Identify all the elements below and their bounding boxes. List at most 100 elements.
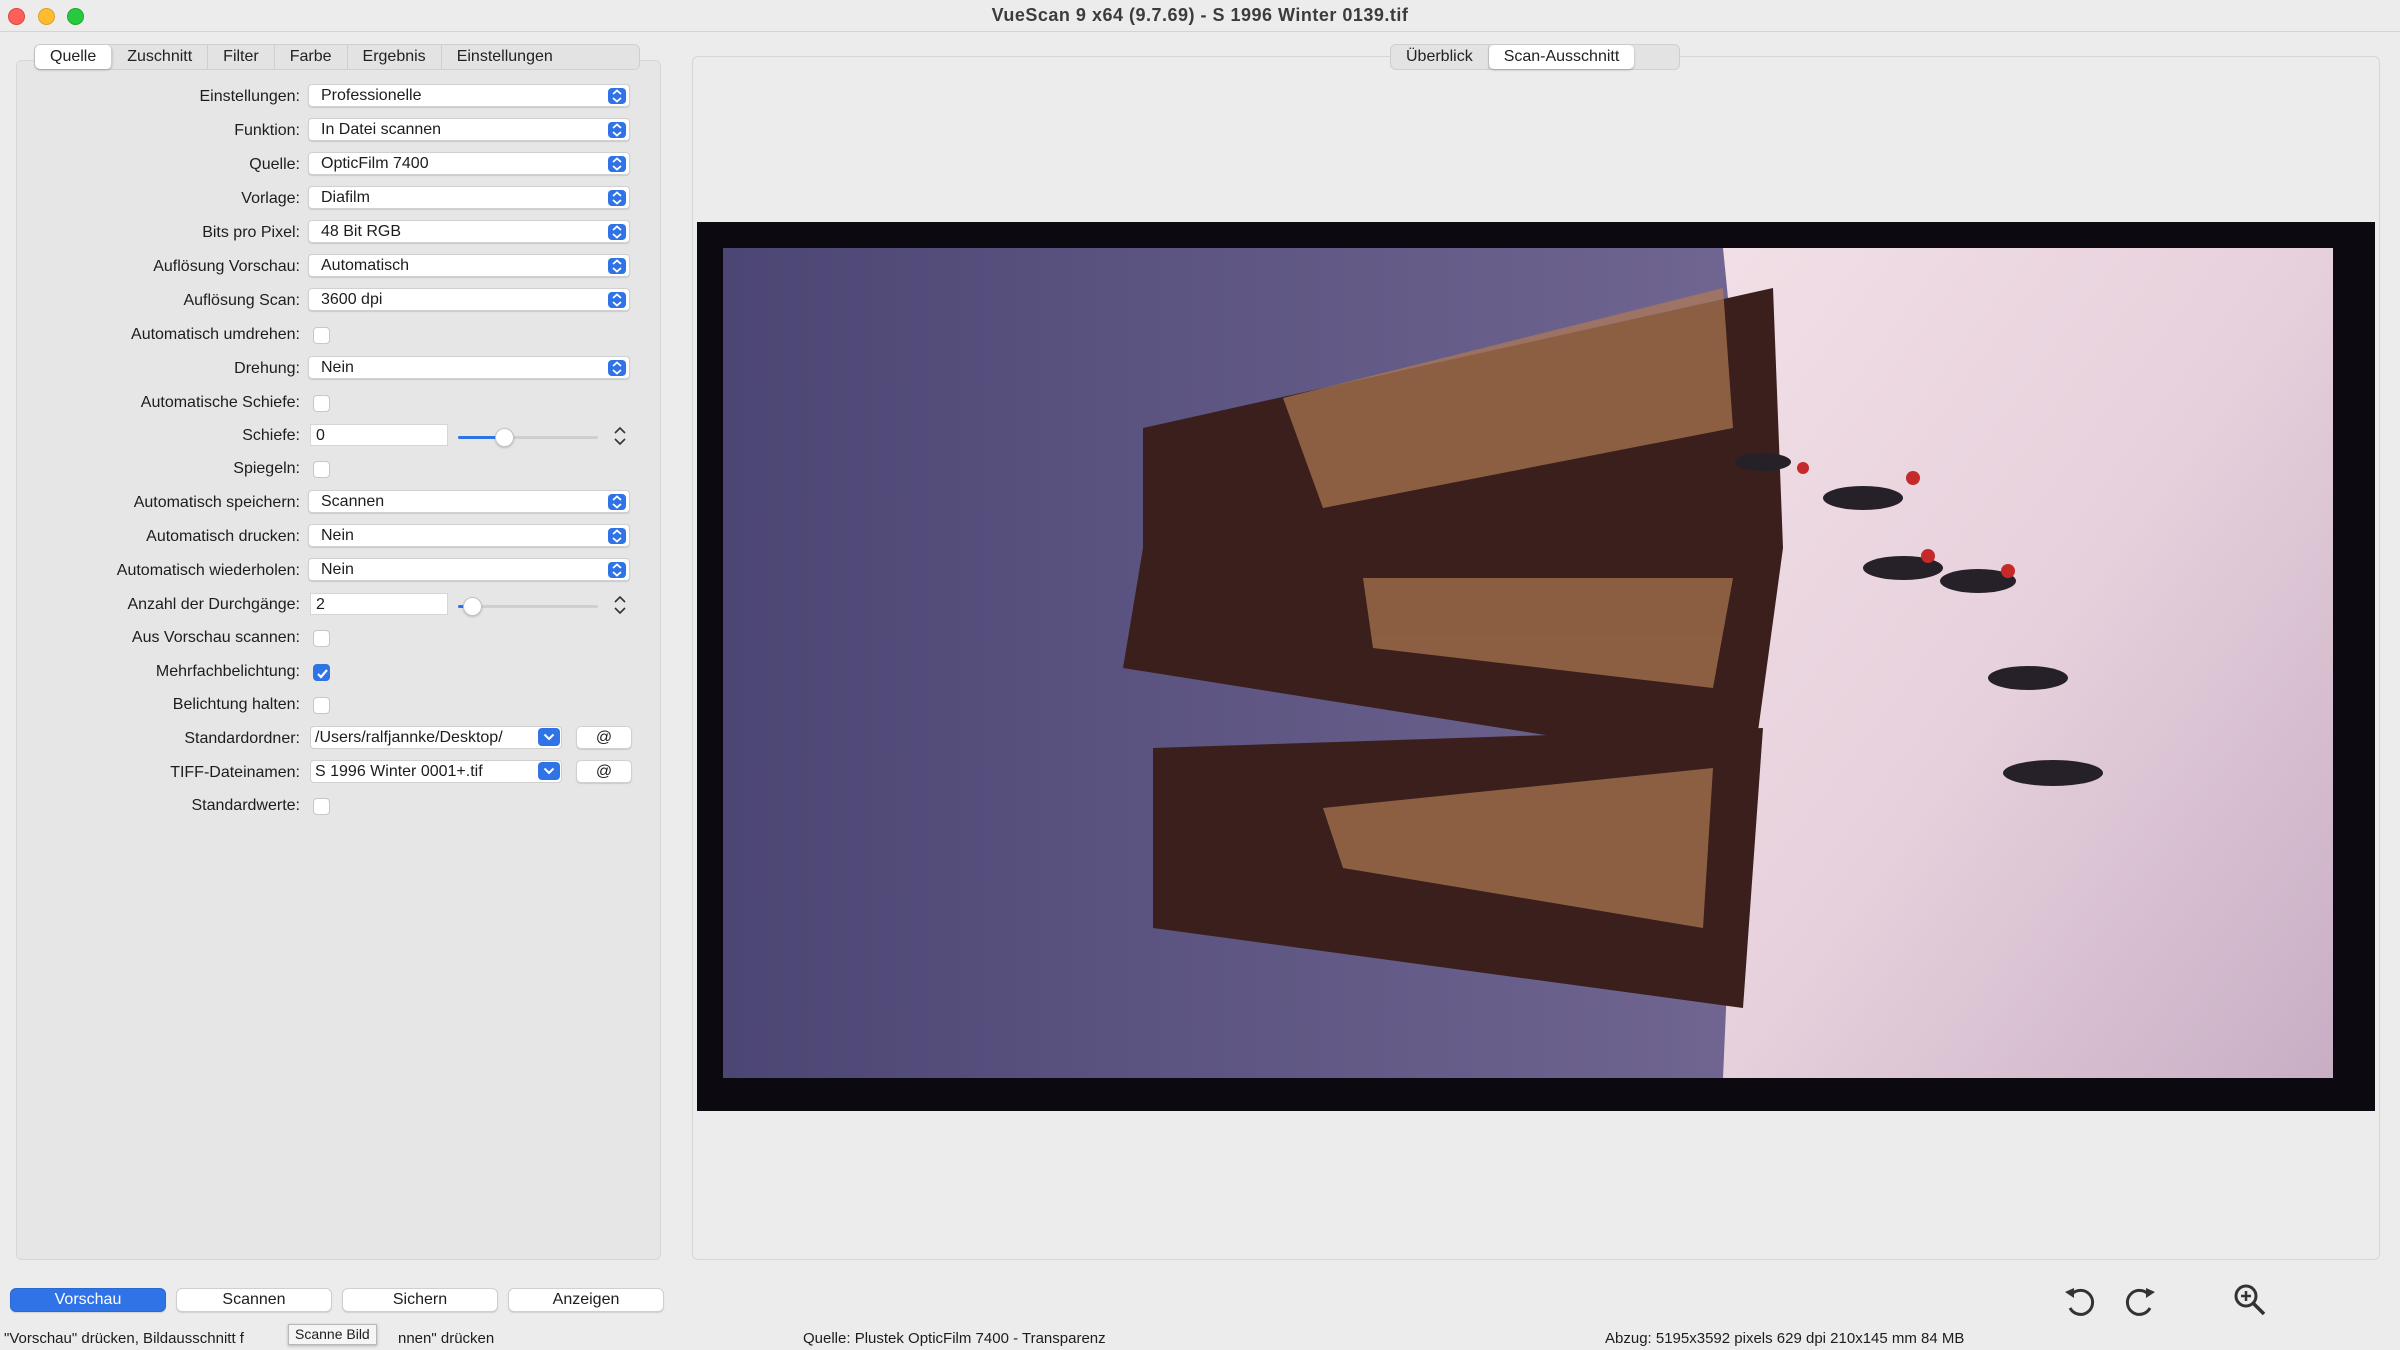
chevron-updown-icon <box>608 562 626 578</box>
anzeigen-button[interactable]: Anzeigen <box>508 1288 664 1312</box>
setting-row-tiff-name: TIFF-Dateinamen: S 1996 Winter 0001+.tif… <box>0 758 660 788</box>
tiff-name-combo[interactable]: S 1996 Winter 0001+.tif <box>310 760 562 783</box>
tab-farbe[interactable]: Farbe <box>275 45 348 69</box>
select-value: Nein <box>321 359 354 376</box>
setting-label: Drehung: <box>234 360 300 377</box>
setting-label: Quelle: <box>249 156 300 173</box>
tiff-name-at-button[interactable]: @ <box>576 760 632 783</box>
select-value: OpticFilm 7400 <box>321 155 429 172</box>
aufl-scan-select[interactable]: 3600 dpi <box>308 288 630 311</box>
drehung-select[interactable]: Nein <box>308 356 630 379</box>
setting-label: Bits pro Pixel: <box>202 224 300 241</box>
rotate-right-icon[interactable] <box>2120 1280 2160 1320</box>
tab-einstellungen[interactable]: Einstellungen <box>442 45 568 69</box>
setting-row-spiegeln: Spiegeln: <box>0 454 660 484</box>
chevron-updown-icon <box>608 190 626 206</box>
auto-drucken-select[interactable]: Nein <box>308 524 630 547</box>
slider-knob[interactable] <box>463 597 482 616</box>
durchgaenge-slider[interactable] <box>458 597 598 616</box>
tooltip: Scanne Bild <box>288 1324 377 1345</box>
setting-row-funktion: Funktion: In Datei scannen <box>0 116 660 146</box>
spiegeln-checkbox[interactable] <box>313 461 330 478</box>
setting-row-auto-schiefe: Automatische Schiefe: <box>0 388 660 418</box>
status-source: Quelle: Plustek OpticFilm 7400 - Transpa… <box>803 1330 1106 1347</box>
setting-row-aus-vorschau: Aus Vorschau scannen: <box>0 623 660 653</box>
vorschau-button[interactable]: Vorschau <box>10 1288 166 1312</box>
chevron-down-icon[interactable] <box>538 762 560 780</box>
title-bar: VueScan 9 x64 (9.7.69) - S 1996 Winter 0… <box>0 0 2400 32</box>
tab-scan-ausschnitt[interactable]: Scan-Ausschnitt <box>1488 45 1635 69</box>
vorlage-select[interactable]: Diafilm <box>308 186 630 209</box>
select-value: Nein <box>321 561 354 578</box>
select-value: Nein <box>321 527 354 544</box>
setting-row-bits: Bits pro Pixel: 48 Bit RGB <box>0 218 660 248</box>
setting-row-schiefe: Schiefe: 0 <box>0 421 660 451</box>
window-title: VueScan 9 x64 (9.7.69) - S 1996 Winter 0… <box>991 5 1409 25</box>
setting-row-belichtung: Belichtung halten: <box>0 690 660 720</box>
aus-vorschau-checkbox[interactable] <box>313 630 330 647</box>
setting-label: Standardwerte: <box>191 797 300 814</box>
chevron-updown-icon <box>608 258 626 274</box>
mehrfachbelichtung-checkbox[interactable] <box>313 664 330 681</box>
setting-label: Mehrfachbelichtung: <box>155 663 300 680</box>
aufl-vorschau-select[interactable]: Automatisch <box>308 254 630 277</box>
setting-row-aufl-scan: Auflösung Scan: 3600 dpi <box>0 286 660 316</box>
chevron-updown-icon <box>608 528 626 544</box>
scan-preview[interactable] <box>697 222 2375 1111</box>
tab-filter[interactable]: Filter <box>208 45 275 69</box>
durchgaenge-stepper-icon[interactable] <box>612 594 628 616</box>
setting-row-standardordner: Standardordner: /Users/ralfjannke/Deskto… <box>0 724 660 754</box>
auto-umdrehen-checkbox[interactable] <box>313 327 330 344</box>
setting-label: Auflösung Vorschau: <box>153 258 300 275</box>
setting-label: Automatisch wiederholen: <box>116 562 300 579</box>
tab-ergebnis[interactable]: Ergebnis <box>348 45 442 69</box>
slider-knob[interactable] <box>495 428 514 447</box>
setting-label: Automatische Schiefe: <box>140 394 300 411</box>
setting-row-durchgaenge: Anzahl der Durchgänge: 2 <box>0 590 660 620</box>
chevron-updown-icon <box>608 224 626 240</box>
rotate-left-icon[interactable] <box>2060 1280 2100 1320</box>
zoom-in-icon[interactable] <box>2230 1280 2270 1320</box>
setting-label: Schiefe: <box>242 427 300 444</box>
select-value: 48 Bit RGB <box>321 223 402 240</box>
funktion-select[interactable]: In Datei scannen <box>308 118 630 141</box>
standardordner-at-button[interactable]: @ <box>576 726 632 749</box>
standardordner-combo[interactable]: /Users/ralfjannke/Desktop/ <box>310 726 562 749</box>
chevron-updown-icon <box>608 156 626 172</box>
setting-label: Belichtung halten: <box>172 696 300 713</box>
setting-row-einstellungen: Einstellungen: Professionelle <box>0 82 660 112</box>
setting-row-drehung: Drehung: Nein <box>0 354 660 384</box>
belichtung-halten-checkbox[interactable] <box>313 697 330 714</box>
chevron-down-icon[interactable] <box>538 728 560 746</box>
setting-label: Automatisch speichern: <box>133 494 300 511</box>
setting-label: Anzahl der Durchgänge: <box>127 596 300 613</box>
auto-schiefe-checkbox[interactable] <box>313 395 330 412</box>
bits-select[interactable]: 48 Bit RGB <box>308 220 630 243</box>
select-value: Automatisch <box>321 257 410 274</box>
chevron-updown-icon <box>608 122 626 138</box>
status-hint-tail: nnen" drücken <box>398 1330 495 1347</box>
status-hint: "Vorschau" drücken, Bildausschnitt f <box>4 1330 244 1347</box>
tab-zuschnitt[interactable]: Zuschnitt <box>112 45 209 69</box>
schiefe-slider[interactable] <box>458 428 598 447</box>
einstellungen-select[interactable]: Professionelle <box>308 84 630 107</box>
setting-label: TIFF-Dateinamen: <box>170 764 300 781</box>
auto-wiederholen-select[interactable]: Nein <box>308 558 630 581</box>
tab-ueberblick[interactable]: Überblick <box>1391 45 1489 69</box>
setting-label: Vorlage: <box>241 190 300 207</box>
auto-speichern-select[interactable]: Scannen <box>308 490 630 513</box>
scannen-button[interactable]: Scannen <box>176 1288 332 1312</box>
quelle-select[interactable]: OpticFilm 7400 <box>308 152 630 175</box>
setting-row-auto-speichern: Automatisch speichern: Scannen <box>0 488 660 518</box>
schiefe-stepper-icon[interactable] <box>612 425 628 447</box>
select-value: Professionelle <box>321 87 422 104</box>
durchgaenge-input[interactable]: 2 <box>310 593 448 615</box>
standardwerte-checkbox[interactable] <box>313 798 330 815</box>
setting-label: Funktion: <box>234 122 300 139</box>
schiefe-input[interactable]: 0 <box>310 424 448 446</box>
chevron-updown-icon <box>608 88 626 104</box>
chevron-updown-icon <box>608 360 626 376</box>
setting-row-mehrfach: Mehrfachbelichtung: <box>0 657 660 687</box>
tab-quelle[interactable]: Quelle <box>35 45 113 69</box>
sichern-button[interactable]: Sichern <box>342 1288 498 1312</box>
